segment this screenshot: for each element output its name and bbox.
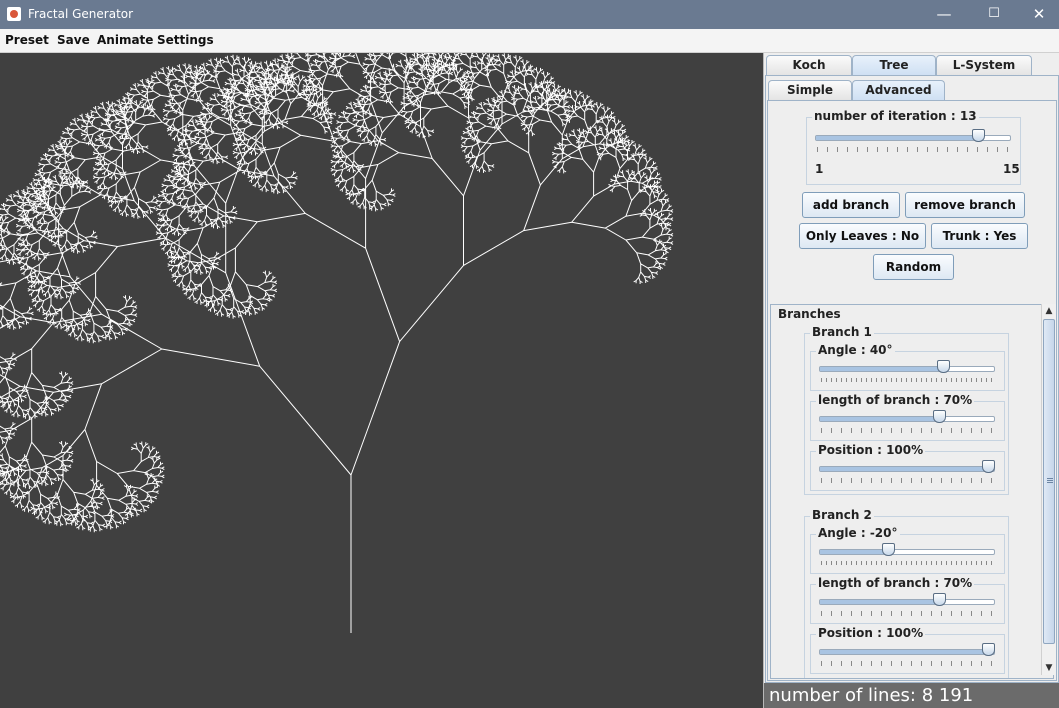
- slider-ticks: [821, 661, 993, 666]
- branch-2-position-slider[interactable]: [819, 643, 995, 669]
- branch-1-title: Branch 1: [810, 325, 874, 339]
- tree-tab-content: Simple Advanced number of iteration : 13…: [765, 75, 1059, 683]
- slider-fill: [820, 467, 989, 471]
- app-icon: [7, 7, 21, 21]
- fractal-tree-lines: [0, 53, 674, 633]
- iteration-ticks: [817, 147, 1009, 152]
- branch-1-group: Branch 1 Angle : 40° length of branch : …: [804, 325, 1009, 495]
- slider-ticks: [821, 428, 993, 433]
- slider-thumb[interactable]: [982, 643, 995, 656]
- branch-2-position-label: Position : 100%: [816, 626, 926, 640]
- random-button[interactable]: Random: [873, 254, 954, 280]
- window-title: Fractal Generator: [28, 7, 134, 21]
- tab-koch[interactable]: Koch: [766, 55, 852, 75]
- branches-panel: Branches Branch 1 Angle : 40° length of …: [770, 304, 1054, 679]
- branch-2-angle-group: Angle : -20°: [810, 526, 1005, 574]
- branch-2-angle-label: Angle : -20°: [816, 526, 900, 540]
- branch-1-length-group: length of branch : 70%: [810, 393, 1005, 441]
- branch-1-angle-label: Angle : 40°: [816, 343, 895, 357]
- remove-branch-button[interactable]: remove branch: [905, 192, 1025, 218]
- title-bar: Fractal Generator — ☐ ✕: [0, 0, 1059, 29]
- branch-1-position-label: Position : 100%: [816, 443, 926, 457]
- close-button[interactable]: ✕: [1016, 0, 1059, 29]
- branch-2-title: Branch 2: [810, 508, 874, 522]
- iteration-label: number of iteration : 13: [812, 109, 979, 123]
- slider-fill: [820, 367, 944, 371]
- scrollbar-thumb[interactable]: [1043, 319, 1055, 644]
- subtab-simple[interactable]: Simple: [768, 80, 852, 100]
- only-leaves-button[interactable]: Only Leaves : No: [799, 223, 926, 249]
- branch-1-position-slider[interactable]: [819, 460, 995, 486]
- branch-1-length-label: length of branch : 70%: [816, 393, 975, 407]
- slider-ticks: [821, 478, 993, 483]
- branches-title: Branches: [778, 307, 841, 321]
- menu-bar: Preset Save Animate Settings: [0, 29, 1059, 53]
- branch-2-length-group: length of branch : 70%: [810, 576, 1005, 624]
- iteration-slider[interactable]: [815, 129, 1011, 153]
- slider-ticks: [821, 611, 993, 616]
- tab-tree[interactable]: Tree: [852, 55, 936, 75]
- branch-1-position-group: Position : 100%: [810, 443, 1005, 491]
- iteration-group: number of iteration : 13 1 15: [806, 109, 1021, 185]
- scrollbar-grip-icon: [1047, 478, 1053, 484]
- branch-2-position-group: Position : 100%: [810, 626, 1005, 674]
- iteration-max-label: 15: [1003, 162, 1020, 176]
- branch-1-length-slider[interactable]: [819, 410, 995, 436]
- menu-animate[interactable]: Animate: [97, 33, 153, 47]
- branch-2-length-slider[interactable]: [819, 593, 995, 619]
- maximize-button[interactable]: ☐: [971, 0, 1017, 29]
- slider-thumb[interactable]: [882, 543, 895, 556]
- slider-ticks: [821, 561, 993, 565]
- menu-settings[interactable]: Settings: [157, 33, 214, 47]
- branch-1-angle-slider[interactable]: [819, 360, 995, 386]
- slider-fill: [820, 600, 940, 604]
- iteration-min-label: 1: [815, 162, 824, 176]
- advanced-content: number of iteration : 13 1 15 add branch…: [767, 100, 1057, 681]
- subtab-advanced[interactable]: Advanced: [852, 80, 945, 100]
- minimize-button[interactable]: —: [921, 0, 967, 29]
- slider-fill: [820, 417, 940, 421]
- iteration-fill: [816, 136, 979, 140]
- branch-1-angle-group: Angle : 40°: [810, 343, 1005, 391]
- control-panel: Koch Tree L-System Simple Advanced numbe…: [763, 53, 1059, 708]
- trunk-button[interactable]: Trunk : Yes: [931, 223, 1028, 249]
- scroll-down-arrow-icon[interactable]: ▼: [1042, 661, 1056, 675]
- branch-2-length-label: length of branch : 70%: [816, 576, 975, 590]
- menu-save[interactable]: Save: [57, 33, 90, 47]
- scroll-up-arrow-icon[interactable]: ▲: [1042, 304, 1056, 318]
- line-count-status: number of lines: 8 191: [764, 683, 1059, 708]
- slider-ticks: [821, 378, 993, 382]
- branch-2-group: Branch 2 Angle : -20° length of branch :…: [804, 508, 1009, 678]
- slider-fill: [820, 650, 989, 654]
- iteration-slider-thumb[interactable]: [972, 129, 985, 142]
- branches-scrollbar[interactable]: ▲ ▼: [1041, 304, 1056, 675]
- slider-thumb[interactable]: [933, 593, 946, 606]
- tab-l-system[interactable]: L-System: [936, 55, 1032, 75]
- menu-preset[interactable]: Preset: [5, 33, 49, 47]
- slider-thumb[interactable]: [933, 410, 946, 423]
- fractal-tree-drawing: [0, 53, 674, 633]
- slider-fill: [820, 550, 889, 554]
- fractal-canvas[interactable]: [0, 53, 763, 708]
- branch-2-angle-slider[interactable]: [819, 543, 995, 569]
- slider-thumb[interactable]: [982, 460, 995, 473]
- slider-thumb[interactable]: [937, 360, 950, 373]
- add-branch-button[interactable]: add branch: [802, 192, 900, 218]
